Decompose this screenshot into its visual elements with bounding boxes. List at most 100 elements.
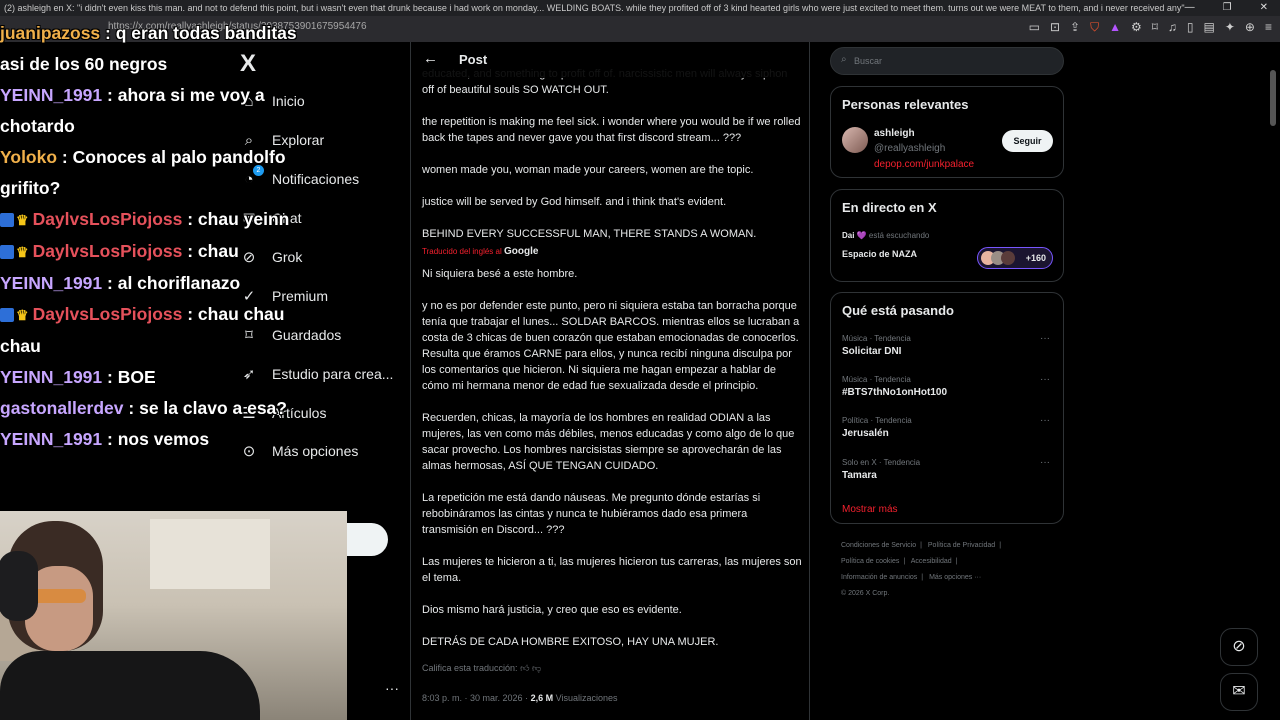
footer-link[interactable]: Condiciones de Servicio (841, 542, 916, 549)
media-icon[interactable]: ♫ (1168, 20, 1177, 35)
badge-icon (0, 308, 14, 323)
extensions-icon[interactable]: ⚙ (1131, 20, 1142, 35)
chat-message: YEINN_1991 : al choriflanazo (0, 268, 420, 299)
more-dots-icon[interactable]: ··· (1040, 457, 1050, 468)
screenshot-icon[interactable]: ⊡ (1050, 20, 1060, 35)
trend-item[interactable]: Política · Tendencia Jerusalén (842, 416, 912, 439)
trend-item[interactable]: Música · Tendencia Solicitar DNI (842, 334, 911, 357)
badge-icon (0, 245, 14, 260)
vpn-icon[interactable]: ⊕ (1245, 20, 1255, 35)
chat-badges: ♛ (0, 204, 29, 236)
chat-message: YEINN_1991 : BOE (0, 362, 420, 393)
leo-icon[interactable]: ✦ (1225, 20, 1235, 35)
footer-link[interactable]: Política de cookies (841, 558, 899, 565)
chat-message: ♛ DaylvsLosPiojoss : chau chau chau (0, 299, 300, 362)
bookmark-page-icon[interactable]: ⌑ (1152, 20, 1158, 35)
crown-icon: ♛ (16, 243, 29, 260)
post-timestamp[interactable]: 8:03 p. m. · 30 mar. 2026 · (422, 693, 528, 703)
wallet-icon[interactable]: ▤ (1204, 20, 1215, 35)
views-label: Visualizaciones (555, 693, 618, 703)
minimize-button[interactable]: — (1185, 0, 1195, 16)
footer-separator: | (955, 558, 958, 565)
post-meta: 8:03 p. m. · 30 mar. 2026 · 2,6 M Visual… (422, 690, 802, 706)
chat-text: : nos vemos (107, 428, 210, 449)
trend-item[interactable]: Solo en X · Tendencia Tamara (842, 458, 920, 481)
footer-link[interactable]: Accesibilidad (911, 558, 952, 565)
person-bio-link[interactable]: depop.com/junkpalace (874, 159, 974, 170)
streamer-body (0, 651, 260, 720)
trend-item[interactable]: Música · Tendencia #BTS7thNo1onHot100 (842, 375, 947, 398)
chat-text: : chau yeinn (187, 209, 290, 229)
more-dots-icon[interactable]: ··· (1040, 333, 1050, 344)
listener-name: Dai 💜 (842, 231, 867, 240)
messages-icon: ✉ (1232, 683, 1246, 700)
live-title: En directo en X (842, 200, 937, 215)
live-on-x-card: En directo en X Dai 💜 está escuchando Es… (830, 189, 1064, 282)
post-paragraph: justice will be served by God himself. a… (422, 196, 727, 208)
cast-icon[interactable]: ▭ (1029, 20, 1040, 35)
maximize-button[interactable]: ❐ (1223, 0, 1232, 16)
scrollbar-thumb[interactable] (1270, 70, 1276, 126)
follow-button[interactable]: Seguir (1002, 130, 1053, 152)
sidebar-toggle-icon[interactable]: ▯ (1187, 20, 1194, 35)
translated-paragraph: y no es por defender este punto, pero ni… (422, 300, 800, 392)
chat-text: : chau (187, 240, 239, 261)
avatar[interactable] (842, 127, 868, 153)
chat-username: juanipazoss (0, 23, 101, 43)
account-menu-dots-icon[interactable]: ··· (385, 680, 399, 696)
footer-link[interactable]: Política de Privacidad (928, 542, 995, 549)
chat-message: ♛ DaylvsLosPiojoss : chau yeinn (0, 204, 300, 236)
close-window-button[interactable]: ✕ (1260, 0, 1268, 16)
chat-message: gastonallerdev : se la clavo a esa? (0, 393, 420, 424)
trend-name: Jerusalén (842, 428, 889, 439)
thumbs-up-icon[interactable]: 👍︎ (520, 663, 529, 673)
chat-username: YEINN_1991 (0, 85, 103, 105)
badge-icon (0, 213, 14, 228)
relevant-people-card: Personas relevantes ashleigh @reallyashl… (830, 86, 1064, 178)
post-text: educated, and something to profit off of… (422, 66, 802, 706)
thumbs-down-icon[interactable]: 👎︎ (532, 663, 541, 673)
trend-name: Tamara (842, 470, 877, 481)
person-name[interactable]: ashleigh (874, 128, 915, 139)
sidebar-footer: Condiciones de Servicio | Política de Pri… (841, 538, 1031, 602)
rate-translation: Califica esta traducción: 👍︎ 👎︎ (422, 660, 802, 676)
live-listener: Dai 💜 está escuchando (842, 231, 929, 240)
chat-username: gastonallerdev (0, 397, 124, 418)
window-title: (2) ashleigh en X: "i didn't even kiss t… (4, 3, 1230, 13)
search-input[interactable]: ⌕ Buscar (830, 47, 1064, 75)
rate-translation-label: Califica esta traducción: (422, 663, 518, 673)
chat-text: : BOE (107, 366, 156, 387)
space-listeners[interactable]: +160 (977, 247, 1053, 269)
post-header: ← Post (411, 42, 809, 78)
chat-username: YEINN_1991 (0, 272, 103, 293)
footer-link[interactable]: Más opciones ··· (929, 574, 981, 581)
person-handle: @reallyashleigh (874, 143, 946, 154)
page-title: Post (459, 52, 488, 67)
back-arrow-icon[interactable]: ← (423, 50, 438, 67)
footer-separator: | (903, 558, 906, 565)
translation-notice[interactable]: Traducido del inglés al Google (422, 244, 802, 260)
show-more-link[interactable]: Mostrar más (842, 504, 898, 515)
post-paragraph: women made you, woman made your careers,… (422, 164, 754, 176)
footer-link[interactable]: Información de anuncios (841, 574, 917, 581)
chat-message: Yoloko : Conoces al palo pandolfo grifit… (0, 142, 300, 204)
messages-floating-button[interactable]: ✉ (1220, 673, 1258, 711)
menu-icon[interactable]: ≡ (1265, 20, 1272, 35)
window-controls: — ❐ ✕ (1184, 0, 1280, 16)
chat-badges: ♛ (0, 236, 29, 268)
trend-category: Política · Tendencia (842, 416, 912, 425)
wall-poster (150, 519, 270, 589)
translated-paragraph: DETRÁS DE CADA HOMBRE EXITOSO, HAY UNA M… (422, 636, 719, 648)
brave-shield-icon[interactable]: ⛉ (1090, 20, 1099, 35)
search-icon: ⌕ (841, 54, 847, 65)
share-icon[interactable]: ⇪ (1070, 20, 1080, 35)
more-dots-icon[interactable]: ··· (1040, 415, 1050, 426)
footer-separator: | (921, 574, 924, 581)
window-titlebar: (2) ashleigh en X: "i didn't even kiss t… (0, 0, 1280, 16)
space-title[interactable]: Espacio de NAZA (842, 249, 917, 259)
grok-floating-button[interactable]: ⊘ (1220, 628, 1258, 666)
main-column: ← Post educated, and something to profit… (410, 42, 810, 720)
brave-rewards-icon[interactable]: ▲ (1109, 20, 1121, 35)
avatar (1001, 251, 1015, 265)
more-dots-icon[interactable]: ··· (1040, 374, 1050, 385)
